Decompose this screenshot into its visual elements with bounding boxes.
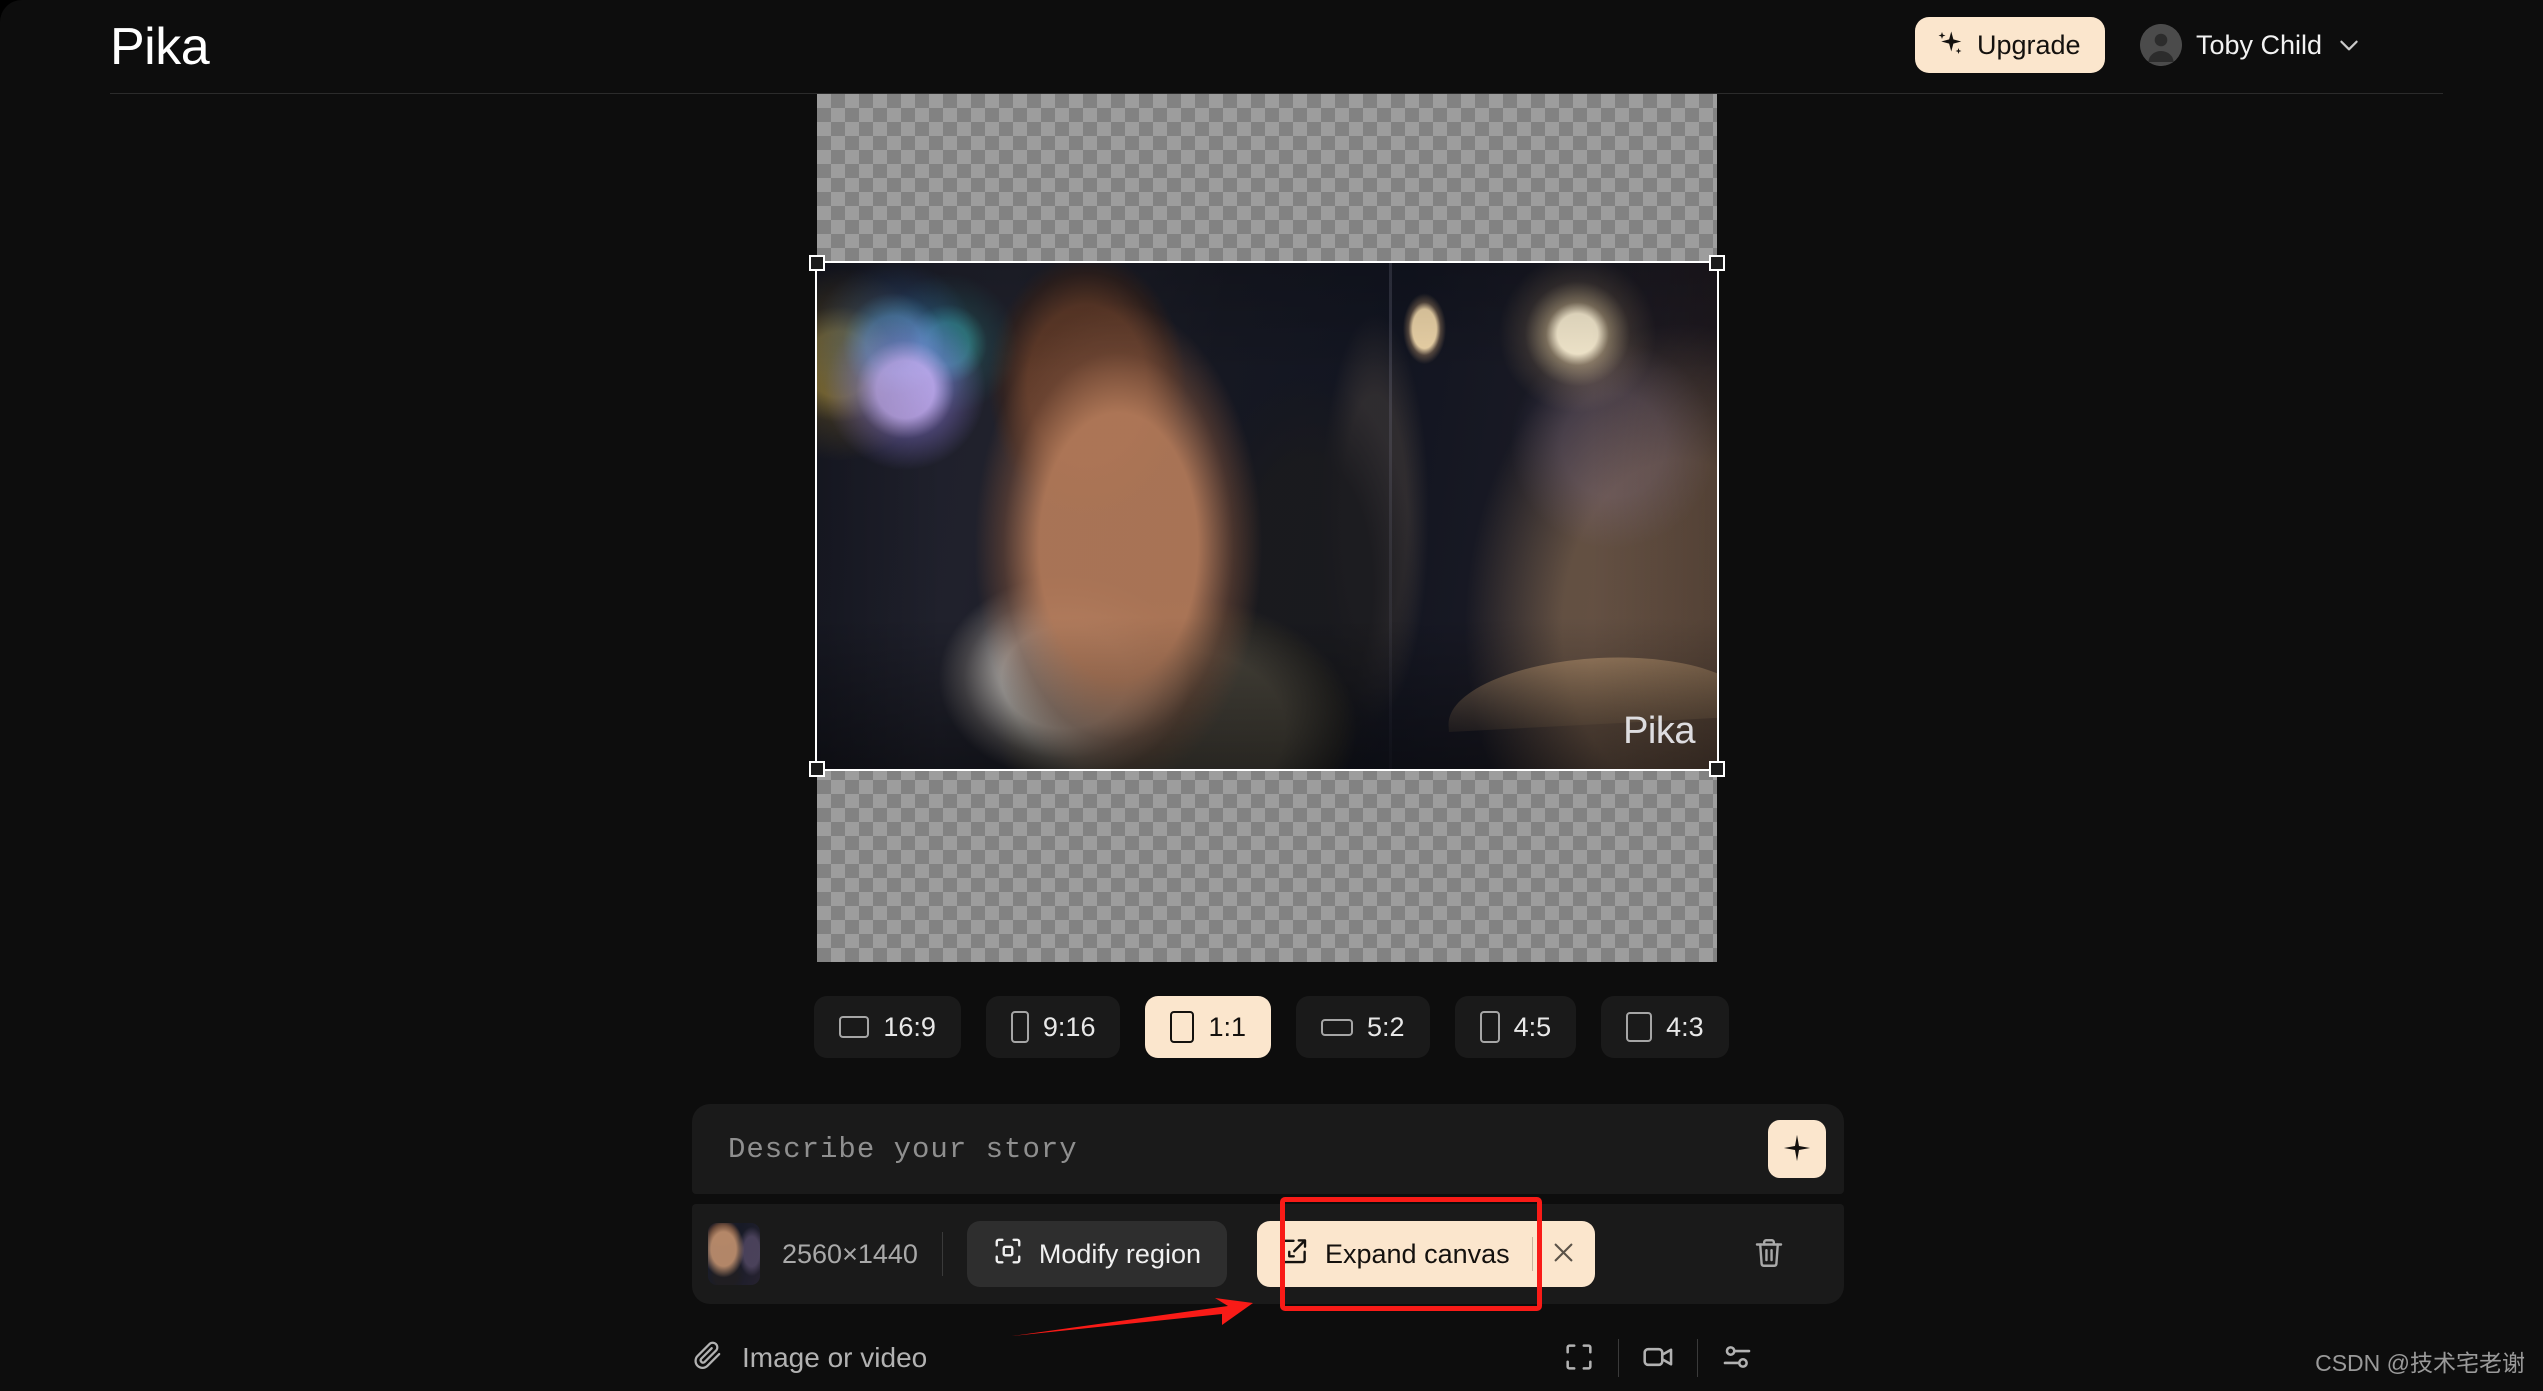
pika-watermark: Pika	[1623, 710, 1695, 752]
aspect-ratio-4-3[interactable]: 4:3	[1601, 996, 1729, 1058]
aspect-ratio-label: 4:3	[1666, 1011, 1704, 1042]
paperclip-icon	[692, 1339, 724, 1378]
asset-toolbar: 2560×1440 Modify region Expand canvas	[692, 1204, 1844, 1304]
expand-arrow-icon	[1279, 1236, 1309, 1273]
ratio-square-icon	[1170, 1011, 1195, 1043]
avatar	[2140, 24, 2182, 66]
aspect-ratio-1-1[interactable]: 1:1	[1145, 996, 1272, 1058]
ratio-standard-icon	[1626, 1012, 1653, 1042]
aspect-ratio-label: 1:1	[1208, 1011, 1247, 1042]
fullscreen-button[interactable]	[1540, 1333, 1618, 1383]
expand-canvas-label: Expand canvas	[1325, 1238, 1510, 1269]
delete-asset-button[interactable]	[1740, 1225, 1798, 1283]
ratio-landscape-icon	[839, 1016, 870, 1038]
aspect-ratio-label: 16:9	[883, 1011, 936, 1042]
settings-button[interactable]	[1698, 1333, 1776, 1383]
pika-app-window: Pika Upgrade Toby Child Pika 16:9 9:16 1…	[0, 0, 2543, 1391]
attach-media-label: Image or video	[742, 1342, 928, 1373]
ratio-portrait-icon	[1010, 1011, 1029, 1043]
ratio-wide-icon	[1321, 1018, 1354, 1036]
toolbar-divider	[941, 1232, 943, 1276]
photo-vignette	[817, 263, 1717, 769]
image-resolution: 2560×1440	[782, 1238, 918, 1269]
user-menu[interactable]: Toby Child	[2140, 17, 2362, 73]
csdn-watermark: CSDN @技术宅老谢	[2315, 1350, 2525, 1376]
upgrade-button[interactable]: Upgrade	[1915, 17, 2105, 73]
app-header: Pika Upgrade Toby Child	[0, 0, 2543, 94]
modify-region-button[interactable]: Modify region	[966, 1221, 1227, 1287]
settings-sliders-icon	[1720, 1340, 1754, 1377]
resize-handle-top-right[interactable]	[1709, 255, 1725, 271]
modify-region-label: Modify region	[1038, 1238, 1201, 1269]
expand-canvas-main[interactable]: Expand canvas	[1257, 1221, 1532, 1287]
chevron-down-icon[interactable]	[2336, 32, 2362, 58]
expand-canvas-close-button[interactable]	[1533, 1221, 1595, 1287]
attach-media-button[interactable]: Image or video	[692, 1333, 927, 1383]
sparkle-icon	[1782, 1133, 1812, 1166]
aspect-ratio-5-2[interactable]: 5:2	[1296, 996, 1430, 1058]
image-thumbnail[interactable]	[708, 1223, 760, 1285]
sparkle-icon	[1935, 29, 1965, 62]
thumbnail-image	[708, 1223, 760, 1285]
aspect-ratio-4-5[interactable]: 4:5	[1454, 996, 1577, 1058]
resize-handle-bottom-left[interactable]	[809, 761, 825, 777]
bottom-tool-group	[1540, 1333, 1776, 1383]
selected-image[interactable]: Pika	[815, 261, 1719, 771]
enhance-prompt-button[interactable]	[1768, 1120, 1826, 1178]
prompt-panel	[692, 1104, 1844, 1194]
aspect-ratio-label: 4:5	[1513, 1011, 1552, 1042]
editor-canvas[interactable]: Pika	[0, 94, 2543, 962]
aspect-ratio-9-16[interactable]: 9:16	[985, 996, 1121, 1058]
fullscreen-icon	[1563, 1341, 1595, 1376]
video-camera-button[interactable]	[1619, 1333, 1697, 1383]
ratio-tall-icon	[1479, 1011, 1500, 1043]
upgrade-label: Upgrade	[1977, 29, 2081, 60]
user-name: Toby Child	[2196, 29, 2323, 60]
resize-handle-bottom-right[interactable]	[1709, 761, 1725, 777]
resize-handle-top-left[interactable]	[809, 255, 825, 271]
pika-logo[interactable]: Pika	[110, 18, 210, 76]
aspect-ratio-bar: 16:9 9:16 1:1 5:2 4:5 4:3	[0, 996, 2543, 1058]
bottom-toolbar: Image or video CSDN @技术宅老谢	[0, 1326, 2543, 1391]
aspect-ratio-label: 9:16	[1042, 1011, 1096, 1042]
aspect-ratio-label: 5:2	[1367, 1011, 1405, 1042]
crop-region-icon	[993, 1236, 1023, 1273]
trash-icon	[1752, 1236, 1786, 1273]
close-icon	[1550, 1239, 1577, 1269]
aspect-ratio-16-9[interactable]: 16:9	[814, 996, 961, 1058]
expand-canvas-button[interactable]: Expand canvas	[1257, 1221, 1595, 1287]
video-camera-icon	[1641, 1340, 1675, 1377]
prompt-input[interactable]	[728, 1104, 1738, 1194]
